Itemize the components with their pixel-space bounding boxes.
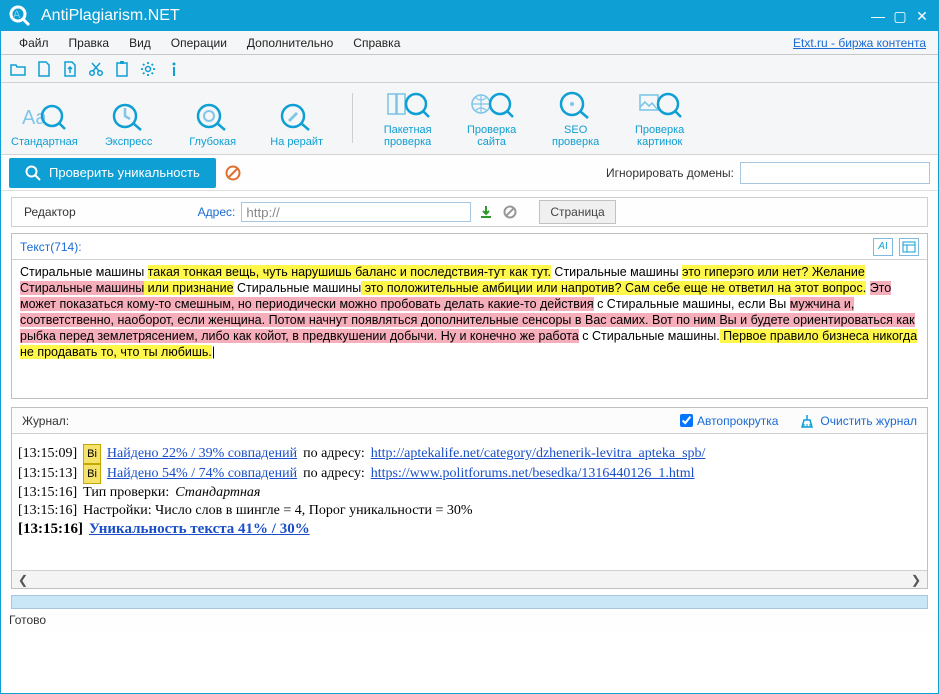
mode-images[interactable]: Проверкакартинок — [627, 88, 693, 148]
site-icon — [470, 88, 514, 122]
mode-express-label: Экспресс — [105, 136, 153, 148]
menu-edit[interactable]: Правка — [59, 33, 120, 53]
menu-extra[interactable]: Дополнительно — [237, 33, 343, 53]
standard-icon: Aa — [22, 100, 66, 134]
batch-icon — [386, 88, 430, 122]
mode-site-label: Проверкасайта — [467, 124, 516, 148]
progress-bar — [11, 595, 928, 609]
app-logo-icon: A — [7, 3, 33, 29]
editor-tab-label: Редактор — [12, 205, 88, 219]
mode-batch[interactable]: Пакетнаяпроверка — [375, 88, 441, 148]
express-icon — [111, 100, 147, 134]
mode-rewrite-label: На рерайт — [270, 136, 323, 148]
menu-ops[interactable]: Операции — [161, 33, 237, 53]
action-bar: Проверить уникальность Игнорировать доме… — [1, 155, 938, 191]
toolbar-small — [1, 55, 938, 83]
download-icon[interactable] — [477, 203, 495, 221]
menu-file[interactable]: Файл — [9, 33, 59, 53]
rewrite-icon — [279, 100, 315, 134]
mode-standard-label: Стандартная — [11, 136, 78, 148]
new-file-icon[interactable] — [35, 60, 53, 78]
scroll-left-icon[interactable]: ❮ — [18, 573, 28, 587]
deep-icon — [195, 100, 231, 134]
check-uniqueness-button[interactable]: Проверить уникальность — [9, 158, 216, 188]
journal-panel: Журнал: Автопрокрутка Очистить журнал [1… — [11, 407, 928, 589]
editor-textarea[interactable]: Стиральные машины такая тонкая вещь, чут… — [12, 260, 927, 398]
journal-row: [13:15:13]BiНайдено 54% / 74% совпадений… — [18, 464, 921, 484]
mode-rewrite[interactable]: На рерайт — [264, 100, 330, 148]
journal-row: [13:15:09]BiНайдено 22% / 39% совпадений… — [18, 444, 921, 464]
ignore-domains-label: Игнорировать домены: — [606, 166, 734, 180]
clear-journal-button[interactable]: Очистить журнал — [800, 414, 917, 428]
ignore-domains-input[interactable] — [740, 162, 930, 184]
app-title: AntiPlagiarism.NET — [41, 7, 868, 25]
cut-icon[interactable] — [87, 60, 105, 78]
mode-seo-label: SEOпроверка — [552, 124, 599, 148]
text-counter-label: Текст(714): — [20, 240, 82, 254]
journal-row: [13:15:16] Настройки: Число слов в шингл… — [18, 502, 921, 520]
cancel-small-icon[interactable] — [501, 203, 519, 221]
autoscroll-checkbox[interactable]: Автопрокрутка — [680, 414, 778, 428]
paste-icon[interactable] — [113, 60, 131, 78]
settings-gear-icon[interactable] — [139, 60, 157, 78]
mode-deep[interactable]: Глубокая — [180, 100, 246, 148]
menubar: Файл Правка Вид Операции Дополнительно С… — [1, 31, 938, 55]
mode-express[interactable]: Экспресс — [96, 100, 162, 148]
etxt-link[interactable]: Etxt.ru - биржа контента — [793, 36, 930, 50]
upload-icon[interactable] — [61, 60, 79, 78]
minimize-icon[interactable]: — — [868, 6, 888, 26]
maximize-icon[interactable]: ▢ — [890, 6, 910, 26]
svg-text:A: A — [13, 9, 21, 21]
images-icon — [638, 88, 682, 122]
journal-row: [13:15:16] Тип проверки: Стандартная — [18, 484, 921, 502]
close-icon[interactable]: ✕ — [912, 6, 932, 26]
open-folder-icon[interactable] — [9, 60, 27, 78]
journal-row: [13:15:16]Уникальность текста 41% / 30% — [18, 520, 921, 538]
address-input[interactable] — [241, 202, 471, 222]
mode-site[interactable]: Проверкасайта — [459, 88, 525, 148]
mode-deep-label: Глубокая — [189, 136, 236, 148]
mode-standard[interactable]: Aa Стандартная — [11, 100, 78, 148]
titlebar: A AntiPlagiarism.NET — ▢ ✕ — [1, 1, 938, 31]
broom-icon — [800, 414, 814, 428]
seo-icon — [558, 88, 594, 122]
journal-hscroll[interactable]: ❮ ❯ — [12, 570, 927, 588]
layout-mode-icon[interactable] — [899, 238, 919, 256]
check-button-label: Проверить уникальность — [49, 165, 200, 180]
page-tab[interactable]: Страница — [539, 200, 615, 224]
mode-images-label: Проверкакартинок — [635, 124, 684, 148]
menu-view[interactable]: Вид — [119, 33, 161, 53]
mode-seo[interactable]: SEOпроверка — [543, 88, 609, 148]
journal-list[interactable]: [13:15:09]BiНайдено 22% / 39% совпадений… — [12, 434, 927, 570]
menu-help[interactable]: Справка — [343, 33, 410, 53]
editor-subbar: Редактор Адрес: Страница — [11, 197, 928, 227]
toolbar-separator — [352, 93, 353, 143]
editor-panel: Текст(714): AI Стиральные машины такая т… — [11, 233, 928, 399]
mode-batch-label: Пакетнаяпроверка — [384, 124, 432, 148]
journal-title: Журнал: — [22, 414, 69, 428]
magnifier-icon — [25, 165, 41, 181]
cancel-icon[interactable] — [224, 164, 242, 182]
scroll-right-icon[interactable]: ❯ — [911, 573, 921, 587]
status-bar: Готово — [1, 611, 938, 633]
info-icon[interactable] — [165, 60, 183, 78]
font-mode-icon[interactable]: AI — [873, 238, 893, 256]
address-label: Адрес: — [198, 205, 236, 219]
toolbar-big: Aa Стандартная Экспресс Глубокая На рера… — [1, 83, 938, 155]
